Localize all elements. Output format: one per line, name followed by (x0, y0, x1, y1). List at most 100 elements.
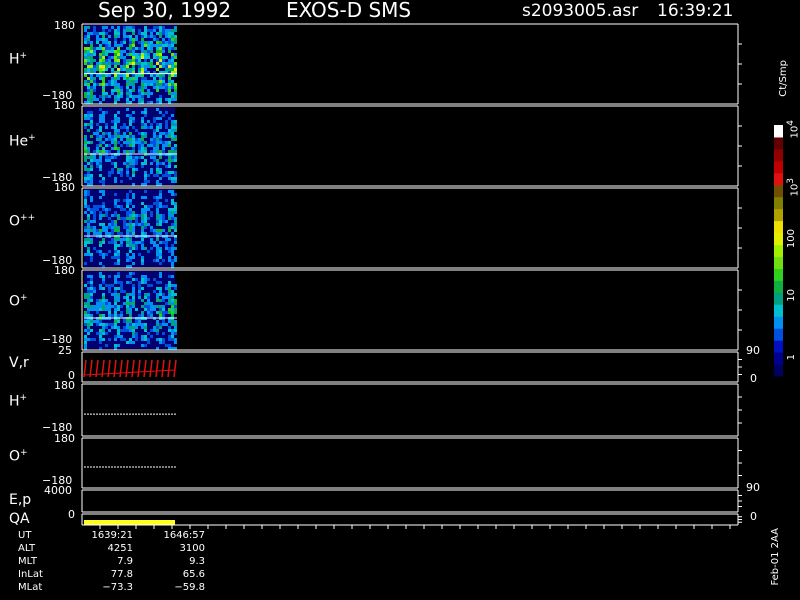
spectrogram-cell (144, 132, 147, 135)
spectrogram-cell (84, 41, 87, 44)
spectrogram-cell (93, 95, 96, 98)
spectrogram-cell (174, 211, 177, 214)
spectrogram-cell (129, 177, 132, 180)
spectrogram-cell (108, 287, 111, 290)
spectrogram-cell (120, 138, 123, 141)
spectrogram-cell (102, 41, 105, 44)
spectrogram-cell (84, 341, 87, 344)
spectrogram-cell (144, 35, 147, 38)
spectrogram-cell (159, 50, 162, 53)
spectrogram-cell (87, 232, 90, 235)
spectrogram-cell (108, 156, 111, 159)
spectrogram-cell (99, 162, 102, 165)
spectrogram-cell (93, 211, 96, 214)
spectrogram-cell (84, 50, 87, 53)
spectrogram-cell (114, 62, 117, 65)
spectrogram-cell (87, 41, 90, 44)
spectrogram-cell (144, 177, 147, 180)
spectrogram-cell (141, 126, 144, 129)
spectrogram-cell (108, 29, 111, 32)
spectrogram-cell (171, 211, 174, 214)
spectrogram-cell (90, 256, 93, 259)
spectrogram-cell (129, 293, 132, 296)
spectrogram-cell (153, 202, 156, 205)
spectrogram-cell (123, 50, 126, 53)
spectrogram-cell (144, 77, 147, 80)
spectrogram-cell (117, 89, 120, 92)
spectrogram-cell (84, 174, 87, 177)
spectrogram-cell (114, 278, 117, 281)
spectrogram-cell (114, 320, 117, 323)
spectrogram-cell (111, 138, 114, 141)
spectrogram-cell (84, 165, 87, 168)
spectrogram-cell (117, 326, 120, 329)
spectrogram-cell (162, 311, 165, 314)
spectrogram-cell (147, 296, 150, 299)
spectrogram-cell (147, 95, 150, 98)
spectrogram-cell (117, 250, 120, 253)
spectrogram-cell (96, 98, 99, 101)
spectrogram-cell (111, 77, 114, 80)
spectrogram-cell (111, 135, 114, 138)
spectrogram-cell (138, 150, 141, 153)
spectrogram-cell (126, 80, 129, 83)
spectrogram-cell (141, 229, 144, 232)
spectrogram-cell (147, 278, 150, 281)
spectrogram-cell (90, 47, 93, 50)
spectrogram-cell (138, 281, 141, 284)
spectrogram-cell (165, 165, 168, 168)
spectrogram-cell (114, 44, 117, 47)
spectrogram-cell (111, 171, 114, 174)
spectrogram-cell (168, 117, 171, 120)
spectrogram-cell (144, 32, 147, 35)
spectrogram-cell (87, 95, 90, 98)
spectrogram-cell (87, 86, 90, 89)
spectrogram-cell (99, 341, 102, 344)
spectrogram-cell (147, 41, 150, 44)
spectrogram-cell (150, 284, 153, 287)
spectrogram-cell (147, 47, 150, 50)
spectrogram-cell (126, 326, 129, 329)
spectrogram-cell (96, 308, 99, 311)
spectrogram-cell (102, 86, 105, 89)
spectrogram-cell (126, 320, 129, 323)
spectrogram-cell (150, 50, 153, 53)
spectrogram-cell (114, 205, 117, 208)
spectrogram-cell (132, 290, 135, 293)
spectrogram-cell (84, 123, 87, 126)
spectrogram-cell (159, 214, 162, 217)
spectrogram-cell (159, 223, 162, 226)
spectrogram-cell (168, 174, 171, 177)
spectrogram-cell (171, 323, 174, 326)
spectrogram-cell (135, 80, 138, 83)
spectrogram-cell (150, 314, 153, 317)
spectrogram-cell (117, 329, 120, 332)
spectrogram-cell (90, 275, 93, 278)
spectrogram-cell (150, 141, 153, 144)
spectrogram-cell (165, 62, 168, 65)
spectrogram-cell (174, 135, 177, 138)
spectrogram-cell (144, 196, 147, 199)
spectrogram-cell (117, 92, 120, 95)
spectrogram-cell (171, 132, 174, 135)
spectrogram-cell (126, 281, 129, 284)
spectrogram-cell (90, 305, 93, 308)
spectrogram-cell (102, 77, 105, 80)
spectrogram-cell (111, 120, 114, 123)
spectrogram-cell (102, 190, 105, 193)
axis-top-label: 180 (54, 264, 75, 277)
spectrogram-cell (108, 311, 111, 314)
spectrogram-cell (87, 238, 90, 241)
spectrogram-cell (168, 83, 171, 86)
spectrogram-cell (159, 241, 162, 244)
spectrogram-cell (126, 162, 129, 165)
spectrogram-cell (141, 220, 144, 223)
spectrogram-cell (114, 220, 117, 223)
spectrogram-cell (156, 108, 159, 111)
spectrogram-cell (99, 232, 102, 235)
spectrogram-cell (171, 138, 174, 141)
spectrogram-cell (165, 302, 168, 305)
spectrogram-cell (171, 293, 174, 296)
spectrogram-cell (99, 253, 102, 256)
spectrogram-cell (90, 329, 93, 332)
